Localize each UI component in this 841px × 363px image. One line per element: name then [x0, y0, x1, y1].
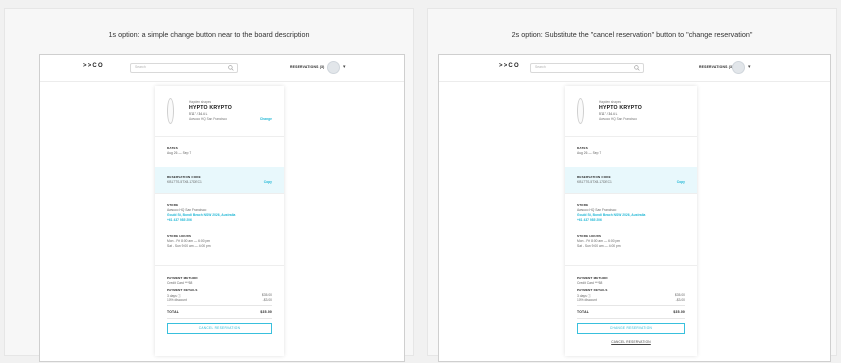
payment-method-label: PAYMENT METHOD [577, 276, 608, 280]
change-reservation-button[interactable]: CHANGE RESERVATION [577, 323, 685, 334]
dates-value: Aug 26 — Sep 7 [577, 151, 602, 155]
product-location: Awsuco HQ San Francisco [189, 117, 228, 121]
total-amount: $35.00 [673, 310, 685, 314]
search-placeholder: Search [535, 65, 546, 69]
store-hours-label: STORE HOURS [577, 234, 602, 238]
copy-code-link[interactable]: Copy [677, 180, 685, 184]
product-brand: Hayden shapes [189, 100, 212, 104]
copy-code-link[interactable]: Copy [264, 180, 272, 184]
product-size: 5'11" / 34.4 L [189, 112, 208, 116]
store-address-link[interactable]: Gould St, Bondi Beach NSW 2026, Australi… [577, 213, 645, 217]
store-section: STORE Awsuco HQ San Francisco Gould St, … [155, 193, 284, 230]
divider [167, 305, 272, 306]
payment-method-value: Credit Card ***58 [577, 281, 603, 285]
product-name: HYPTO KRYPTO [599, 105, 642, 111]
dates-label: DATES [577, 146, 588, 150]
reservation-code-section: RESERVATION CODE KB17TS-5TX8-17DEC1 Copy [155, 167, 284, 194]
logo[interactable]: >>CO [499, 63, 520, 69]
store-name: Awsuco HQ San Francisco [577, 208, 617, 212]
payment-details-label: PAYMENT DETAILS [167, 288, 198, 292]
top-bar: >>CO Search RESERVATIONS (3) ▾ [40, 55, 404, 82]
total-label: TOTAL [167, 310, 179, 314]
reservation-code-label: RESERVATION CODE [577, 175, 611, 179]
divider [167, 318, 272, 319]
logo[interactable]: >>CO [83, 63, 104, 69]
days-amount: $35.00 [261, 293, 272, 297]
option-1-caption: 1s option: a simple change button near t… [108, 30, 310, 39]
divider [577, 318, 685, 319]
payment-method-label: PAYMENT METHOD [167, 276, 198, 280]
option-2-caption: 2s option: Substitute the "cancel reserv… [511, 30, 753, 39]
payment-method-value: Credit Card ***58 [167, 281, 193, 285]
reservation-code-value: KB17TS-5TX8-17DEC1 [577, 180, 612, 184]
payment-details-label: PAYMENT DETAILS [577, 288, 608, 292]
store-label: STORE [577, 203, 589, 207]
store-section: STORE Awsuco HQ San Francisco Gould St, … [565, 193, 697, 230]
store-label: STORE [167, 203, 179, 207]
store-phone-link[interactable]: +61 437 985 206 [577, 218, 602, 222]
discount-label: 10% discount [577, 298, 597, 302]
days-amount: $35.00 [674, 293, 685, 297]
cancel-reservation-button[interactable]: CANCEL RESERVATION [167, 323, 272, 334]
discount-amount: -$3.00 [262, 298, 272, 302]
cancel-reservation-link[interactable]: CANCEL RESERVATION [565, 340, 697, 344]
app-window: >>CO Search RESERVATIONS (3) ▾ Hayden sh… [39, 54, 405, 362]
product-name: HYPTO KRYPTO [189, 105, 232, 111]
store-name: Awsuco HQ San Francisco [167, 208, 207, 212]
discount-amount: -$3.00 [675, 298, 685, 302]
reservation-code-section: RESERVATION CODE KB17TS-5TX8-17DEC1 Copy [565, 167, 697, 194]
chevron-down-icon[interactable]: ▾ [748, 64, 751, 70]
store-phone-link[interactable]: +61 437 985 206 [167, 218, 192, 222]
dates-label: DATES [167, 146, 178, 150]
store-hours-label: STORE HOURS [167, 234, 192, 238]
reservation-card: Hayden shapes HYPTO KRYPTO 5'11" / 34.4 … [565, 86, 697, 356]
search-icon[interactable] [634, 65, 640, 71]
store-address-link[interactable]: Gould St, Bondi Beach NSW 2026, Australi… [167, 213, 235, 217]
dates-section: DATES Aug 26 — Sep 7 [155, 136, 284, 168]
reservation-code-label: RESERVATION CODE [167, 175, 201, 179]
avatar[interactable] [732, 61, 745, 74]
chevron-down-icon[interactable]: ▾ [343, 64, 346, 70]
reservation-code-value: KB17TS-5TX8-17DEC1 [167, 180, 202, 184]
total-amount: $35.00 [260, 310, 272, 314]
top-bar: >>CO Search RESERVATIONS (3) ▾ [439, 55, 830, 82]
store-hours-section: STORE HOURS Mon - Fri 8:00 am — 6:00 pm … [565, 230, 697, 266]
store-hours-weekday: Mon - Fri 8:00 am — 6:00 pm [167, 239, 211, 243]
store-hours-weekday: Mon - Fri 8:00 am — 6:00 pm [577, 239, 621, 243]
product-location: Awsuco HQ San Francisco [599, 117, 638, 121]
product-section: Hayden shapes HYPTO KRYPTO 5'11" / 34.4 … [155, 86, 284, 137]
divider [577, 305, 685, 306]
search-input[interactable]: Search [130, 63, 238, 73]
option-1-panel: 1s option: a simple change button near t… [4, 8, 414, 362]
product-size: 5'11" / 34.4 L [599, 112, 618, 116]
dates-section: DATES Aug 26 — Sep 7 [565, 136, 697, 168]
dates-value: Aug 26 — Sep 7 [167, 151, 192, 155]
surfboard-image [577, 98, 584, 124]
store-hours-weekend: Sat - Sun 9:00 am — 4:00 pm [577, 244, 621, 248]
total-label: TOTAL [577, 310, 589, 314]
avatar[interactable] [327, 61, 340, 74]
search-input[interactable]: Search [530, 63, 644, 73]
product-brand: Hayden shapes [599, 100, 622, 104]
product-section: Hayden shapes HYPTO KRYPTO 5'11" / 34.4 … [565, 86, 697, 137]
discount-label: 10% discount [167, 298, 187, 302]
reservations-menu[interactable]: RESERVATIONS (3) [290, 65, 324, 69]
search-placeholder: Search [135, 65, 146, 69]
app-window: >>CO Search RESERVATIONS (3) ▾ Hayden sh… [438, 54, 831, 362]
change-board-link[interactable]: Change [260, 117, 272, 121]
search-icon[interactable] [228, 65, 234, 71]
store-hours-section: STORE HOURS Mon - Fri 8:00 am — 6:00 pm … [155, 230, 284, 266]
surfboard-image [167, 98, 174, 124]
reservations-menu[interactable]: RESERVATIONS (3) [699, 65, 733, 69]
reservation-card: Hayden shapes HYPTO KRYPTO 5'11" / 34.4 … [155, 86, 284, 356]
store-hours-weekend: Sat - Sun 9:00 am — 4:00 pm [167, 244, 211, 248]
option-2-panel: 2s option: Substitute the "cancel reserv… [427, 8, 837, 362]
